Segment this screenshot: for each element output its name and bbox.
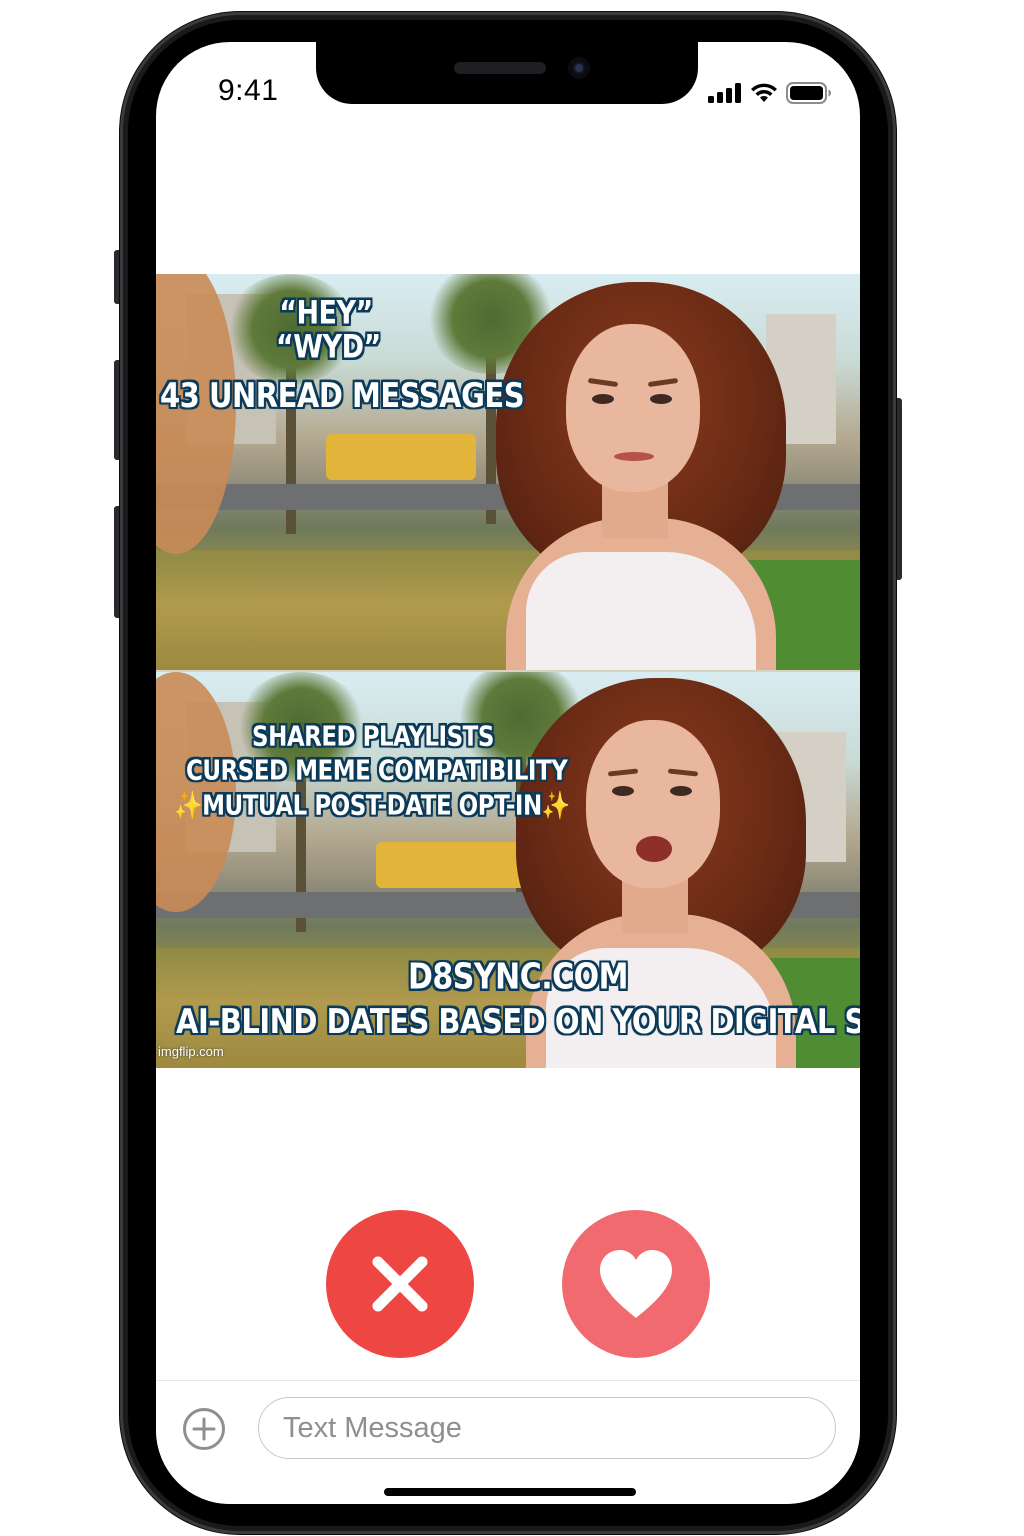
face xyxy=(566,324,700,492)
wifi-icon xyxy=(751,83,777,102)
phone-screen: 9:41 “HEY” “WYD” 43 UNREAD MESSAGES SHAR… xyxy=(156,42,860,1504)
meme-caption: 43 UNREAD MESSAGES xyxy=(160,374,525,416)
eyebrow xyxy=(647,377,679,388)
face xyxy=(586,720,720,888)
front-camera xyxy=(568,57,590,79)
meme-caption-text: MUTUAL POST-DATE OPT-IN xyxy=(202,790,542,822)
heart-icon xyxy=(600,1250,672,1318)
eye xyxy=(650,394,672,404)
mouth xyxy=(636,836,672,862)
meme-caption: CURSED MEME COMPATIBILITY xyxy=(186,755,568,787)
signal-icon xyxy=(708,83,741,103)
close-icon xyxy=(372,1256,428,1312)
home-indicator[interactable] xyxy=(384,1488,636,1496)
nope-button[interactable] xyxy=(326,1210,474,1358)
eyebrow xyxy=(607,768,639,777)
meme-caption: “HEY” xyxy=(279,295,373,332)
meme-panel-top: “HEY” “WYD” 43 UNREAD MESSAGES xyxy=(156,274,860,670)
compose-bar xyxy=(156,1380,860,1504)
meme-caption: SHARED PLAYLISTS xyxy=(252,721,494,753)
sparkles-icon: ✨ xyxy=(541,790,571,822)
like-button[interactable] xyxy=(562,1210,710,1358)
status-icons xyxy=(708,82,832,104)
text-message-input[interactable] xyxy=(258,1397,836,1459)
mouth xyxy=(614,452,654,461)
eye xyxy=(612,786,634,796)
meme-panel-bottom: SHARED PLAYLISTS CURSED MEME COMPATIBILI… xyxy=(156,672,860,1068)
woman-skeptical xyxy=(476,282,806,670)
meme-caption: D8SYNC.COM xyxy=(408,956,629,999)
earpiece-speaker xyxy=(454,62,546,74)
bus xyxy=(326,434,476,480)
meme-image: “HEY” “WYD” 43 UNREAD MESSAGES SHARED PL… xyxy=(156,274,860,1070)
battery-icon xyxy=(786,82,831,104)
eye xyxy=(670,786,692,796)
status-time: 9:41 xyxy=(218,74,279,107)
meme-caption: ✨MUTUAL POST-DATE OPT-IN✨ xyxy=(174,790,570,822)
plus-circle-icon[interactable] xyxy=(182,1407,226,1451)
meme-caption: AI-BLIND DATES BASED ON YOUR DIGITAL SOU… xyxy=(176,1000,860,1042)
phone-mockup: 9:41 “HEY” “WYD” 43 UNREAD MESSAGES SHAR… xyxy=(0,0,1024,1536)
eyebrow xyxy=(587,377,619,388)
meme-caption: “WYD” xyxy=(276,329,381,366)
eyebrow xyxy=(667,768,699,777)
sparkles-icon: ✨ xyxy=(174,790,203,822)
eye xyxy=(592,394,614,404)
imgflip-watermark: imgflip.com xyxy=(158,1044,224,1059)
notch xyxy=(316,42,698,104)
